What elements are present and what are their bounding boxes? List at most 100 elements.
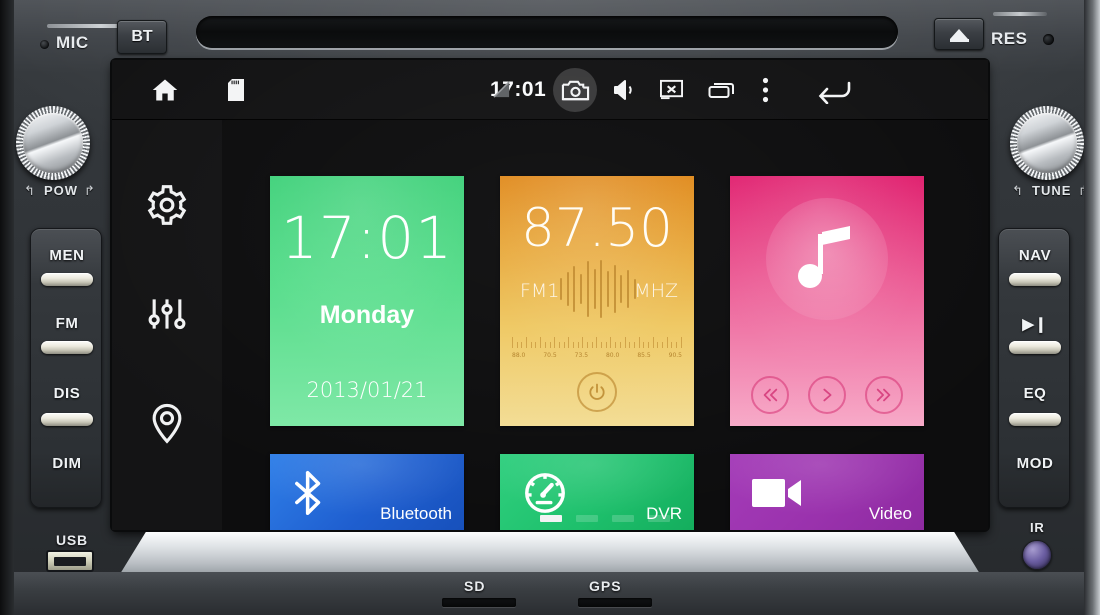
hw-button-fm[interactable]: [41, 341, 93, 354]
scale-tick: [516, 342, 518, 348]
scale-tick: [558, 342, 560, 348]
scale-tick: [643, 342, 645, 348]
music-disc-glow: [766, 198, 888, 320]
gps-slot-label: GPS: [589, 578, 622, 594]
screen-bezel: 17:01 17:01 Monday 2013/01/21 87.50 FM1 …: [112, 60, 988, 530]
scale-tick: [521, 342, 523, 348]
scale-tick: [530, 342, 532, 348]
android-status-bar: 17:01: [112, 60, 988, 120]
page-dot[interactable]: [540, 515, 562, 522]
scale-tick: [680, 337, 682, 348]
eject-icon-bar: [949, 39, 969, 42]
scale-tick: [601, 342, 603, 348]
ir-receiver: [1022, 540, 1052, 570]
rail-item-navigation[interactable]: [145, 401, 189, 445]
scale-tick: [671, 342, 673, 348]
next-track-icon[interactable]: [864, 376, 903, 414]
hw-button-nav[interactable]: [1009, 273, 1061, 286]
scale-tick: [610, 337, 612, 348]
scale-tick-label: 90.5: [668, 352, 682, 359]
res-grille: [993, 12, 1047, 16]
hw-button-dis[interactable]: [41, 413, 93, 426]
recent-apps-icon[interactable]: [708, 80, 736, 100]
lower-trim: [120, 532, 980, 574]
scale-tick: [629, 342, 631, 348]
hw-button-mod-label: MOD: [1016, 455, 1054, 472]
lcd-screen[interactable]: 17:01 17:01 Monday 2013/01/21 87.50 FM1 …: [112, 60, 988, 530]
hw-button-nav-label: NAV: [1018, 247, 1052, 264]
rail-item-settings[interactable]: [145, 183, 189, 227]
scale-tick: [568, 337, 570, 348]
signal-off-icon: [492, 80, 511, 99]
page-dot[interactable]: [576, 515, 598, 522]
music-transport-controls: [730, 376, 924, 414]
scale-tick: [544, 342, 546, 348]
hw-button-playpause[interactable]: [1009, 341, 1061, 354]
clock-weekday: Monday: [319, 301, 415, 329]
bt-button[interactable]: BT: [117, 20, 167, 54]
gps-card-slot[interactable]: [578, 598, 652, 607]
tile-music[interactable]: [730, 176, 924, 426]
scale-tick: [577, 342, 579, 348]
usb-label: USB: [56, 532, 88, 548]
scale-tick: [535, 342, 537, 348]
hw-button-men-label: MEN: [49, 247, 85, 264]
sd-card-slot[interactable]: [442, 598, 516, 607]
overflow-menu-icon[interactable]: [762, 77, 769, 103]
previous-track-icon[interactable]: [751, 376, 790, 414]
tune-knob[interactable]: [1010, 106, 1084, 180]
tune-knob-label: TUNE: [1032, 183, 1072, 198]
scale-tick: [657, 342, 659, 348]
rail-item-equalizer[interactable]: [145, 292, 189, 336]
eject-icon: [950, 29, 968, 39]
scale-tick-label: 80.0: [605, 352, 620, 359]
sd-card-icon[interactable]: [228, 78, 244, 101]
screen-off-icon[interactable]: [659, 78, 684, 101]
radio-waveform-icon: [560, 258, 636, 320]
scale-tick: [605, 342, 607, 348]
scale-tick: [549, 342, 551, 348]
play-icon[interactable]: [807, 376, 846, 414]
cd-slot[interactable]: [196, 16, 898, 48]
camera-icon[interactable]: [553, 67, 598, 112]
eject-button[interactable]: [934, 18, 984, 50]
pow-arrow-left-icon: ↰: [24, 183, 35, 198]
scale-tick: [591, 342, 593, 348]
scale-tick: [554, 337, 556, 348]
power-icon[interactable]: [577, 372, 617, 412]
radio-frequency: 87.50: [521, 198, 673, 259]
scale-tick: [619, 342, 621, 348]
hw-button-eq[interactable]: [1009, 413, 1061, 426]
scale-tick: [582, 337, 584, 348]
power-volume-knob[interactable]: [16, 106, 90, 180]
tile-radio[interactable]: 87.50 FM1 MHZ 88.0 70.5 73.5 80.0 85.5 90.5: [500, 176, 694, 426]
scale-tick: [624, 337, 626, 348]
lower-panel: [0, 572, 1100, 615]
hw-button-dim-label: DIM: [52, 455, 82, 472]
page-dot[interactable]: [648, 515, 670, 522]
hw-button-playpause-label: ▶❙: [1022, 316, 1048, 333]
volume-icon[interactable]: [613, 78, 637, 102]
speedometer-icon: [522, 470, 568, 516]
home-tiles: 17:01 Monday 2013/01/21 87.50 FM1 MHZ 88…: [222, 120, 988, 530]
scale-tick: [540, 337, 542, 348]
tile-clock[interactable]: 17:01 Monday 2013/01/21: [270, 176, 464, 426]
tune-arrow-left-icon: ↰: [1012, 183, 1023, 198]
hw-button-eq-label: EQ: [1023, 385, 1047, 402]
usb-port[interactable]: [46, 550, 94, 572]
page-dot[interactable]: [612, 515, 634, 522]
scale-tick: [526, 337, 528, 348]
radio-frequency-scale[interactable]: [512, 334, 682, 348]
sd-slot-label: SD: [464, 578, 486, 594]
home-icon[interactable]: [150, 76, 180, 104]
scale-tick: [666, 337, 668, 348]
scale-tick: [572, 342, 574, 348]
page-indicator[interactable]: [222, 515, 988, 522]
scale-tick-label: 70.5: [543, 352, 557, 359]
ir-label: IR: [1030, 520, 1045, 535]
hw-button-men[interactable]: [41, 273, 93, 286]
scale-tick-label: 85.5: [637, 352, 651, 359]
scale-tick: [615, 342, 617, 348]
reset-hole[interactable]: [1043, 34, 1054, 45]
back-arrow-icon[interactable]: [815, 76, 853, 104]
